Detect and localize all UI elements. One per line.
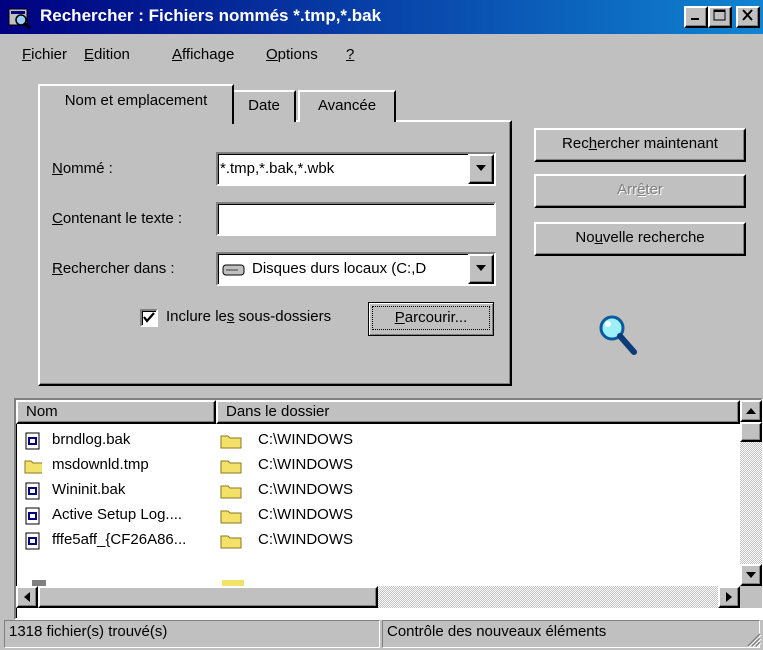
menu-edition[interactable]: Edition — [84, 46, 130, 63]
subfolders-checkbox[interactable] — [140, 309, 158, 327]
scroll-down-button[interactable] — [740, 564, 762, 586]
minimize-button[interactable] — [684, 6, 708, 28]
stop-button[interactable]: Arrêter — [534, 174, 746, 208]
resize-grip-icon[interactable] — [746, 632, 762, 648]
vertical-scrollbar[interactable] — [740, 400, 762, 586]
notepad-file-icon — [25, 532, 40, 550]
new-search-button[interactable]: Nouvelle recherche — [534, 222, 746, 256]
folder-icon — [220, 435, 242, 449]
search-now-button[interactable]: Rechercher maintenant — [534, 128, 746, 162]
search-app-icon — [8, 8, 31, 29]
menu-affichage[interactable]: Affichage — [172, 46, 234, 63]
named-label: Nommé : — [52, 160, 113, 177]
scroll-left-button[interactable] — [16, 586, 38, 608]
maximize-button[interactable] — [708, 6, 732, 28]
notepad-file-icon — [25, 432, 40, 450]
file-name: Wininit.bak — [52, 481, 126, 498]
list-item[interactable]: Wininit.bak C:\WINDOWS — [20, 478, 736, 503]
folder-path: C:\WINDOWS — [258, 531, 353, 548]
scroll-corner — [740, 586, 762, 608]
status-count: 1318 fichier(s) trouvé(s) — [4, 620, 380, 648]
arrow-right-icon — [726, 592, 732, 602]
close-icon — [742, 9, 753, 21]
checkmark-icon — [143, 312, 155, 323]
menu-options[interactable]: Options — [266, 46, 318, 63]
folder-icon — [220, 510, 242, 524]
named-combobox[interactable]: *.tmp,*.bak,*.wbk — [216, 152, 496, 186]
list-item[interactable]: fffe5aff_{CF26A86... C:\WINDOWS — [20, 528, 736, 553]
file-name: fffe5aff_{CF26A86... — [52, 531, 187, 548]
file-name: msdownld.tmp — [52, 456, 149, 473]
tab-nom-et-emplacement[interactable]: Nom et emplacement — [38, 84, 234, 124]
list-item[interactable]: brndlog.bak C:\WINDOWS — [20, 428, 736, 453]
hscroll-thumb[interactable] — [38, 586, 378, 608]
scroll-thumb[interactable] — [740, 422, 762, 442]
column-header-name[interactable]: Nom — [16, 400, 216, 424]
notepad-file-icon — [25, 507, 40, 525]
folder-path: C:\WINDOWS — [258, 506, 353, 523]
file-name: Active Setup Log.... — [52, 506, 183, 523]
arrow-left-icon — [24, 592, 30, 602]
column-header-folder[interactable]: Dans le dossier — [216, 400, 740, 424]
contains-label: Contenant le texte : — [52, 210, 183, 227]
magnifier-icon — [599, 315, 637, 355]
contains-text-input[interactable] — [216, 202, 496, 236]
file-name: brndlog.bak — [52, 431, 131, 448]
folder-icon — [220, 460, 242, 474]
list-item[interactable]: msdownld.tmp C:\WINDOWS — [20, 453, 736, 478]
named-input[interactable]: *.tmp,*.bak,*.wbk — [220, 160, 334, 177]
chevron-down-icon — [476, 265, 486, 271]
scroll-right-button[interactable] — [718, 586, 740, 608]
window-title: Rechercher : Fichiers nommés *.tmp,*.bak — [40, 6, 382, 25]
tab-avancee[interactable]: Avancée — [298, 90, 396, 122]
maximize-icon — [713, 9, 726, 21]
folder-icon — [220, 535, 242, 549]
subfolders-label[interactable]: Inclure les sous-dossiers — [166, 308, 331, 325]
arrow-up-icon — [746, 408, 756, 414]
lookin-combobox[interactable]: Disques durs locaux (C:,D — [216, 252, 496, 286]
hard-drive-icon — [222, 264, 245, 276]
title-bar[interactable]: Rechercher : Fichiers nommés *.tmp,*.bak — [0, 0, 763, 34]
menu-help[interactable]: ? — [346, 46, 354, 63]
tab-date[interactable]: Date — [232, 90, 296, 122]
folder-icon — [220, 485, 242, 499]
named-dropdown-button[interactable] — [468, 154, 494, 184]
folder-path: C:\WINDOWS — [258, 431, 353, 448]
close-button[interactable] — [736, 6, 760, 28]
browse-button[interactable]: Parcourir... — [368, 302, 494, 336]
list-item[interactable]: Active Setup Log.... C:\WINDOWS — [20, 503, 736, 528]
folder-path: C:\WINDOWS — [258, 481, 353, 498]
status-message: Contrôle des nouveaux éléments — [382, 620, 760, 648]
arrow-down-icon — [746, 572, 756, 578]
menu-fichier[interactable]: Fichier — [22, 46, 67, 63]
lookin-value: Disques durs locaux (C:,D — [252, 260, 427, 277]
horizontal-scrollbar[interactable] — [16, 586, 740, 608]
folder-path: C:\WINDOWS — [258, 456, 353, 473]
chevron-down-icon — [476, 165, 486, 171]
minimize-icon — [691, 18, 699, 20]
notepad-file-icon — [25, 482, 40, 500]
scroll-up-button[interactable] — [740, 400, 762, 422]
folder-icon — [24, 460, 42, 474]
lookin-label: Rechercher dans : — [52, 260, 175, 277]
lookin-dropdown-button[interactable] — [468, 254, 494, 284]
